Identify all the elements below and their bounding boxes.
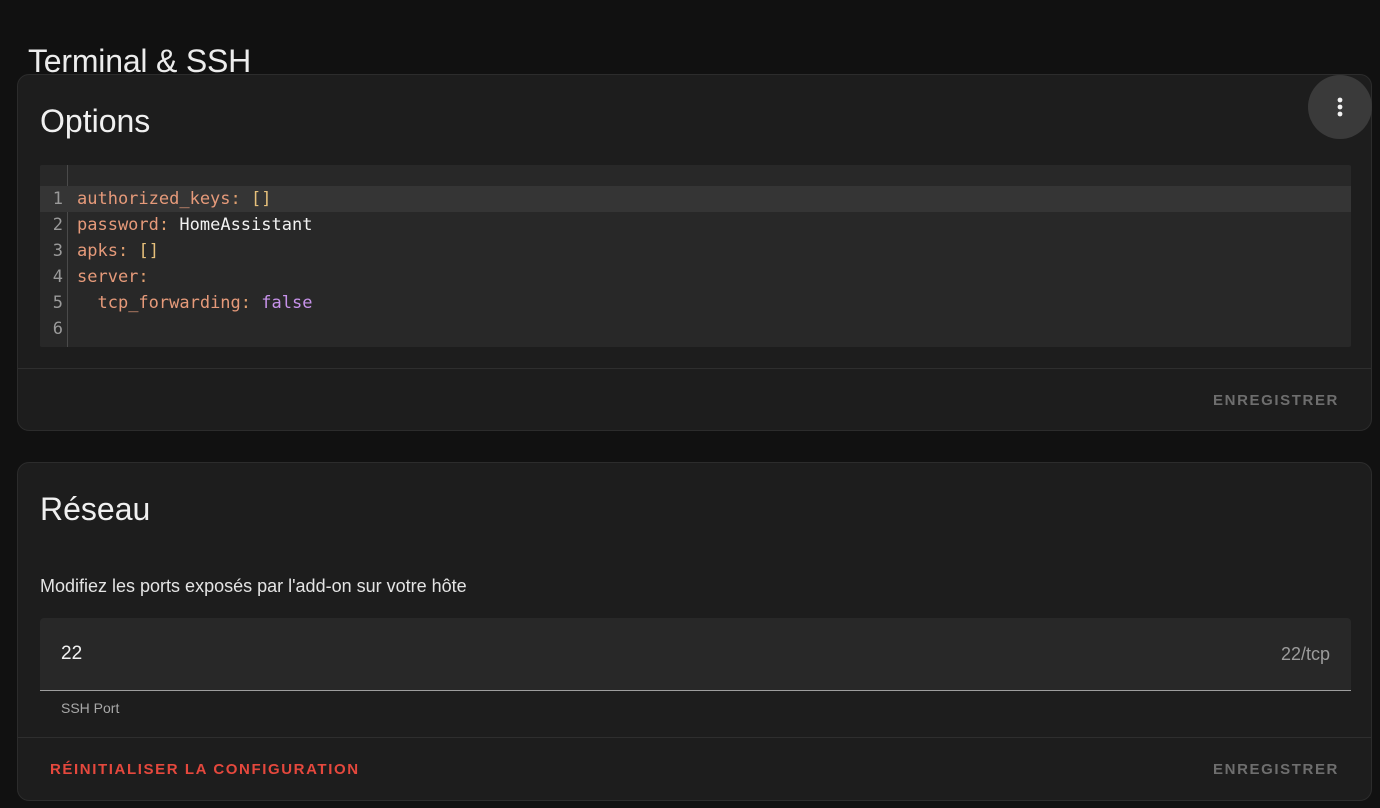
options-save-button[interactable]: ENREGISTRER [1213, 392, 1339, 409]
ssh-port-value[interactable]: 22 [61, 643, 82, 665]
ssh-port-suffix: 22/tcp [1280, 644, 1330, 664]
dots-vertical-icon [1337, 97, 1343, 117]
card-actions-divider [18, 737, 1371, 738]
yaml-key: server [77, 267, 139, 287]
yaml-separator: : [138, 267, 149, 287]
network-heading: Réseau [40, 491, 151, 527]
yaml-separator: : [230, 189, 241, 209]
line-number: 3 [52, 241, 63, 261]
yaml-value: false [261, 293, 313, 313]
code-line[interactable]: 6 [40, 316, 1351, 342]
line-number: 2 [52, 215, 63, 235]
line-number: 6 [52, 319, 63, 339]
line-code: password: HomeAssistant [77, 212, 312, 238]
yaml-separator: : [158, 215, 170, 235]
network-save-button[interactable]: ENREGISTRER [1213, 761, 1339, 778]
network-card: Réseau Modifiez les ports exposés par l'… [17, 462, 1372, 801]
yaml-value: [] [251, 189, 272, 209]
yaml-key: apks [77, 241, 118, 261]
line-code: authorized_keys: [] [77, 186, 272, 212]
yaml-key: tcp_forwarding [97, 293, 241, 313]
yaml-value: [] [138, 241, 159, 261]
code-line[interactable]: 4 server: [40, 264, 1351, 290]
line-number: 1 [52, 189, 63, 209]
ssh-port-helper-text: SSH Port [61, 700, 120, 716]
ssh-port-input[interactable]: 22 22/tcp [40, 618, 1351, 691]
card-actions-divider [18, 368, 1371, 369]
line-number: 4 [52, 267, 63, 287]
line-code: apks: [] [77, 238, 159, 264]
yaml-key: authorized_keys [77, 189, 231, 209]
yaml-value: HomeAssistant [179, 215, 313, 235]
network-description: Modifiez les ports exposés par l'add-on … [40, 576, 467, 596]
line-code: tcp_forwarding: false [77, 290, 312, 316]
code-line[interactable]: 3 apks: [] [40, 238, 1351, 264]
yaml-separator: : [117, 241, 129, 261]
reset-configuration-button[interactable]: RÉINITIALISER LA CONFIGURATION [50, 761, 360, 778]
options-card: Options 1 authorized_keys: [] 2 password: H… [17, 74, 1372, 431]
yaml-code-editor[interactable]: 1 authorized_keys: [] 2 password: HomeAssis… [40, 165, 1351, 347]
code-line[interactable]: 2 password: HomeAssistant [40, 212, 1351, 238]
options-heading: Options [40, 103, 151, 139]
code-line[interactable]: 1 authorized_keys: [] [40, 186, 1351, 212]
overflow-menu-button[interactable] [1308, 75, 1372, 139]
yaml-key: password [77, 215, 159, 235]
yaml-separator: : [240, 293, 252, 313]
line-number: 5 [52, 293, 63, 313]
line-code: server: [77, 264, 149, 290]
code-line[interactable]: 5 tcp_forwarding: false [40, 290, 1351, 316]
